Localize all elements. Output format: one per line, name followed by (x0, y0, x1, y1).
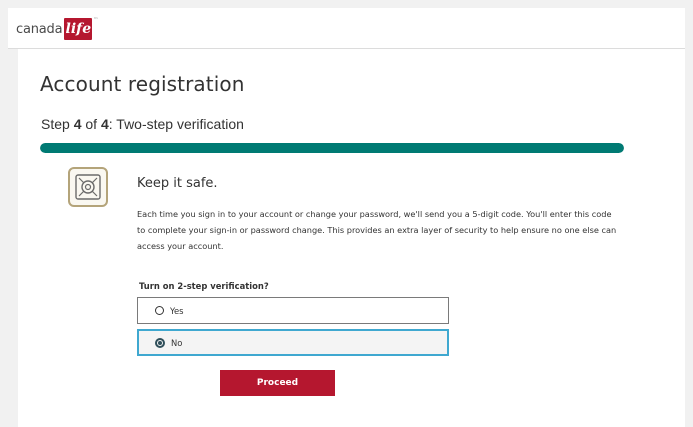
step-of: of (81, 116, 101, 132)
trademark-symbol: ™ (93, 17, 99, 23)
step-prefix: Step (41, 116, 74, 132)
step-total: 4 (100, 116, 109, 132)
site-header: canada life ™ (8, 8, 685, 49)
registration-card: Account registration Step 4 of 4: Two-st… (18, 49, 685, 427)
option-yes-label: Yes (170, 305, 184, 316)
logo-wordmark: canada (16, 21, 63, 37)
step-name: : Two-step verification (108, 116, 244, 132)
radio-no[interactable] (155, 337, 165, 348)
info-heading: Keep it safe. (137, 176, 218, 191)
page-title: Account registration (40, 72, 245, 96)
step-indicator: Step 4 of 4: Two-step verification (41, 116, 244, 132)
radio-yes[interactable] (155, 306, 164, 315)
logo-badge: life (64, 18, 93, 40)
canada-life-logo[interactable]: canada life ™ (16, 17, 98, 41)
safe-icon (68, 167, 108, 207)
step-current: 4 (73, 116, 82, 132)
verification-question: Turn on 2-step verification? (139, 281, 269, 291)
progress-fill (40, 143, 624, 153)
proceed-button[interactable]: Proceed (220, 370, 335, 396)
option-yes[interactable]: Yes (137, 297, 449, 324)
option-no[interactable]: No (137, 329, 449, 356)
info-body: Each time you sign in to your account or… (137, 209, 617, 251)
progress-bar (40, 143, 624, 153)
option-no-label: No (171, 337, 183, 348)
